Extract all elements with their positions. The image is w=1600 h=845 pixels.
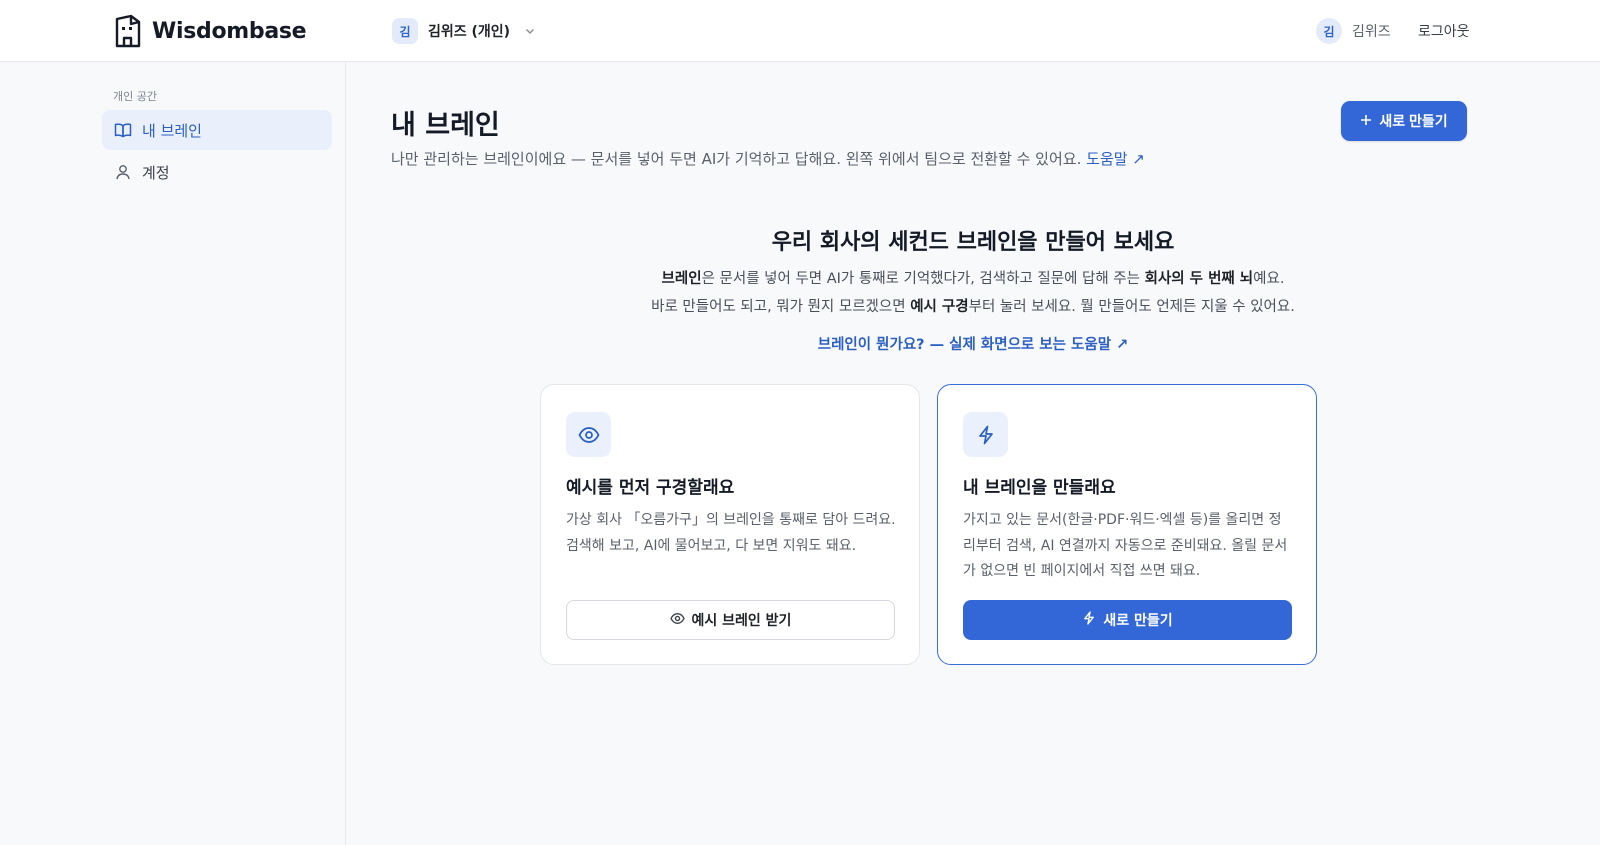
book-open-icon — [114, 121, 132, 139]
sidebar-item-account[interactable]: 계정 — [102, 152, 332, 192]
sidebar-item-my-brain[interactable]: 내 브레인 — [102, 110, 332, 150]
new-brain-button[interactable]: 새로 만들기 — [1341, 101, 1467, 141]
page-subtitle: 나만 관리하는 브레인이에요 — 문서를 넣어 두면 AI가 기억하고 답해요.… — [391, 148, 1145, 169]
new-brain-button-label: 새로 만들기 — [1379, 113, 1448, 129]
hero-text: 은 문서를 넣어 두면 AI가 통째로 기억했다가, 검색하고 질문에 답해 주… — [701, 271, 1145, 287]
get-example-brain-button-label: 예시 브레인 받기 — [691, 613, 792, 629]
card-description: 가지고 있는 문서(한글·PDF·워드·엑셀 등)를 올리면 정리부터 검색, … — [963, 512, 1288, 579]
hero-text: 부터 눌러 보세요. 뭘 만들어도 언제든 지울 수 있어요. — [968, 299, 1295, 315]
create-new-brain-button-label: 새로 만들기 — [1103, 613, 1173, 629]
hero-text: 바로 만들어도 되고, 뭐가 뭔지 모르겠으면 — [651, 299, 911, 315]
logout-button[interactable]: 로그아웃 — [1418, 21, 1470, 41]
page-subtitle-text: 나만 관리하는 브레인이에요 — 문서를 넣어 두면 AI가 기억하고 답해요.… — [391, 150, 1082, 168]
sidebar-item-label: 계정 — [142, 163, 170, 182]
example-brain-card: 예시를 먼저 구경할래요 가상 회사 「오름가구」의 브레인을 통째로 담아 드… — [540, 384, 920, 665]
sidebar-section-label: 개인 공간 — [113, 90, 157, 103]
hero-bold-brain: 브레인 — [661, 271, 702, 287]
lightning-icon — [963, 412, 1008, 457]
sidebar-item-label: 내 브레인 — [142, 121, 202, 140]
hero-title: 우리 회사의 세컨드 브레인을 만들어 보세요 — [771, 230, 1175, 255]
plus-icon — [1360, 113, 1372, 129]
top-header: Wisdombase 김 김위즈 (개인) 김 김위즈 로그아웃 — [0, 0, 1600, 62]
create-brain-card: 내 브레인을 만들래요 가지고 있는 문서(한글·PDF·워드·엑셀 등)를 올… — [937, 384, 1317, 665]
help-link[interactable]: 도움말 ↗ — [1086, 150, 1145, 168]
sidebar: 개인 공간 내 브레인 계정 — [0, 62, 346, 845]
lightning-icon — [1082, 611, 1096, 629]
chevron-down-icon — [524, 22, 536, 41]
card-title: 내 브레인을 만들래요 — [963, 478, 1116, 498]
logo-text: Wisdombase — [152, 18, 307, 44]
card-title: 예시를 먼저 구경할래요 — [566, 478, 735, 498]
card-description: 가상 회사 「오름가구」의 브레인을 통째로 담아 드려요. 검색해 보고, A… — [566, 512, 896, 554]
hero-text: 예요. — [1253, 271, 1285, 287]
get-example-brain-button[interactable]: 예시 브레인 받기 — [566, 600, 895, 640]
hero-bold-example: 예시 구경 — [910, 299, 969, 315]
building-logo-icon — [114, 14, 142, 48]
hero-description-line-1: 브레인은 문서를 넣어 두면 AI가 통째로 기억했다가, 검색하고 질문에 답… — [346, 267, 1600, 288]
eye-icon — [669, 611, 685, 630]
user-name: 김위즈 — [1352, 24, 1391, 40]
create-new-brain-button[interactable]: 새로 만들기 — [963, 600, 1292, 640]
logo[interactable]: Wisdombase — [114, 14, 307, 48]
user-profile[interactable]: 김 김위즈 — [1316, 18, 1391, 44]
user-avatar: 김 — [1316, 18, 1342, 44]
hero-bold-second-brain: 회사의 두 번째 뇌 — [1144, 271, 1254, 287]
workspace-avatar: 김 — [392, 18, 418, 44]
user-icon — [114, 163, 132, 181]
workspace-name: 김위즈 (개인) — [428, 24, 511, 40]
hero-description-line-2: 바로 만들어도 되고, 뭐가 뭔지 모르겠으면 예시 구경부터 눌러 보세요. … — [346, 295, 1600, 316]
page-title: 내 브레인 — [391, 110, 500, 141]
workspace-switcher[interactable]: 김 김위즈 (개인) — [392, 18, 536, 44]
what-is-brain-help-link[interactable]: 브레인이 뭔가요? — 실제 화면으로 보는 도움말 ↗ — [346, 333, 1600, 354]
eye-icon — [566, 412, 611, 457]
